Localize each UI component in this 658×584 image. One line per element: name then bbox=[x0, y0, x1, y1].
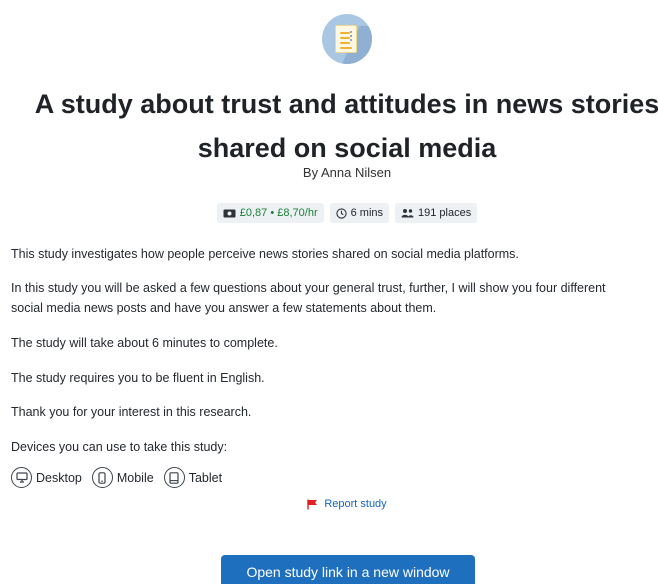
places-text: 191 places bbox=[418, 207, 472, 219]
document-icon bbox=[322, 14, 372, 64]
description-paragraph: The study requires you to be fluent in E… bbox=[11, 371, 265, 385]
description-paragraph: In this study you will be asked a few qu… bbox=[11, 278, 658, 318]
clock-icon bbox=[335, 207, 347, 219]
open-study-button[interactable]: Open study link in a new window bbox=[221, 555, 475, 584]
device-mobile: Mobile bbox=[91, 467, 154, 488]
mobile-icon bbox=[91, 467, 113, 488]
title-line-1: A study about trust and attitudes in new… bbox=[34, 89, 658, 119]
study-badges: £0,87 • £8,70/hr 6 mins 191 places bbox=[0, 203, 658, 223]
flag-icon bbox=[307, 499, 318, 509]
device-label: Mobile bbox=[116, 470, 154, 485]
page-title: A study about trust and attitudes in new… bbox=[0, 82, 658, 170]
people-icon bbox=[401, 209, 414, 218]
description-paragraph: This study investigates how people perce… bbox=[11, 247, 519, 261]
report-label[interactable]: Report study bbox=[324, 498, 386, 510]
description-line: social media news posts and have you ans… bbox=[11, 301, 437, 315]
device-label: Tablet bbox=[188, 470, 223, 485]
time-badge: 6 mins bbox=[329, 203, 390, 223]
devices-heading: Devices you can use to take this study: bbox=[11, 440, 228, 454]
device-tablet: Tablet bbox=[163, 467, 223, 488]
desktop-icon bbox=[11, 467, 32, 488]
title-line-2: shared on social media bbox=[197, 133, 497, 163]
reward-text: £0,87 • £8,70/hr bbox=[239, 207, 318, 219]
author-name: By Anna Nilsen bbox=[302, 165, 392, 180]
places-badge: 191 places bbox=[395, 203, 478, 223]
device-list: Desktop Mobile Tablet bbox=[11, 467, 222, 488]
description-paragraph: The study will take about 6 minutes to c… bbox=[11, 336, 278, 350]
tablet-icon bbox=[163, 467, 185, 488]
reward-badge: £0,87 • £8,70/hr bbox=[216, 203, 324, 223]
cash-icon bbox=[223, 209, 236, 217]
description-paragraph: Thank you for your interest in this rese… bbox=[11, 405, 252, 419]
description-line: In this study you will be asked a few qu… bbox=[11, 281, 606, 295]
time-text: 6 mins bbox=[350, 207, 384, 219]
device-desktop: Desktop bbox=[11, 467, 82, 488]
report-study-link[interactable]: Report study bbox=[0, 498, 658, 510]
device-label: Desktop bbox=[36, 470, 82, 485]
